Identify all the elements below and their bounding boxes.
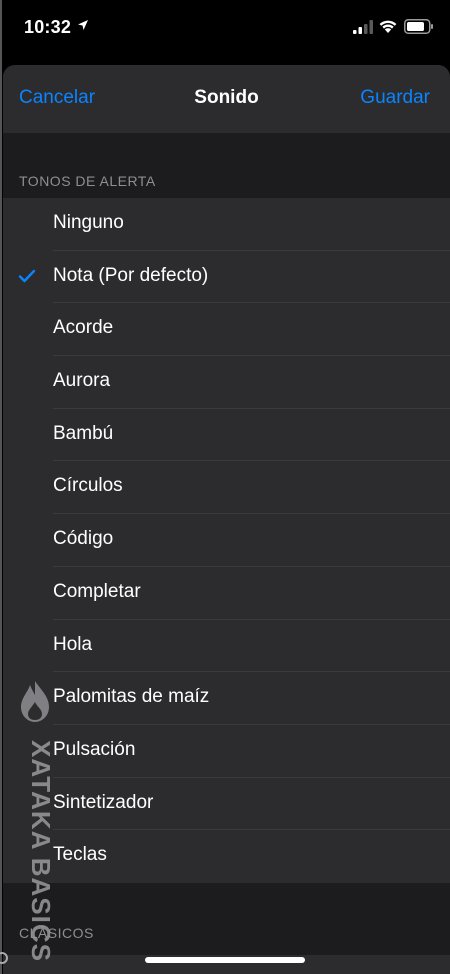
list-item-label: Código <box>53 528 114 550</box>
list-item-label: Aurora <box>53 370 111 392</box>
checkmark-icon <box>18 269 36 282</box>
list-item-label: Sintetizador <box>53 791 154 813</box>
xataka-logo-icon <box>21 681 49 722</box>
sound-sheet: Cancelar Sonido Guardar TONOS DE ALERTA … <box>3 65 450 974</box>
list-item[interactable]: Nota (Por defecto) <box>3 251 450 304</box>
status-bar: 10:32 <box>0 0 450 56</box>
list-item-label: Acorde <box>53 317 114 339</box>
home-indicator[interactable] <box>145 957 305 963</box>
list-item-label: Círculos <box>53 475 123 497</box>
list-item[interactable]: Palomitas de maíz <box>3 672 450 725</box>
list-item-label: Palomitas de maíz <box>53 686 210 708</box>
list-item-label: Completar <box>53 580 141 602</box>
battery-icon <box>404 19 433 34</box>
watermark: XATAKA BASICS <box>12 680 57 962</box>
list-item[interactable]: Ninguno <box>3 198 450 251</box>
list-item[interactable]: Pulsación <box>3 725 450 778</box>
save-button[interactable]: Guardar <box>360 87 430 109</box>
cellular-signal-icon <box>353 20 373 34</box>
list-item[interactable]: Aurora <box>3 356 450 409</box>
navigation-bar: Cancelar Sonido Guardar <box>3 65 450 133</box>
list-item-label: Teclas <box>53 844 107 866</box>
left-edge-line <box>0 0 2 974</box>
list-item-label: Nota (Por defecto) <box>53 264 209 286</box>
list-item[interactable]: Completar <box>3 567 450 620</box>
section-header-alert-tones: TONOS DE ALERTA <box>19 173 156 189</box>
list-item[interactable]: Sintetizador <box>3 778 450 831</box>
list-item-label: Pulsación <box>53 738 136 760</box>
list-item[interactable]: Teclas <box>3 830 450 883</box>
list-item[interactable]: Círculos <box>3 461 450 515</box>
wifi-icon <box>379 20 397 33</box>
watermark-text: XATAKA BASICS <box>26 740 56 962</box>
location-arrow-icon <box>78 20 88 30</box>
status-time: 10:32 <box>24 17 72 37</box>
list-item-label: Ninguno <box>53 212 124 233</box>
list-item[interactable]: Acorde <box>3 303 450 357</box>
list-item[interactable]: Hola <box>3 620 450 673</box>
list-item[interactable]: Bambú <box>3 409 450 462</box>
alert-tones-list: Ninguno Nota (Por defecto) Acorde Aurora Bam… <box>3 198 450 883</box>
list-item[interactable]: Código <box>3 514 450 567</box>
list-item-label: Bambú <box>53 422 114 444</box>
list-item-label: Hola <box>53 633 93 655</box>
